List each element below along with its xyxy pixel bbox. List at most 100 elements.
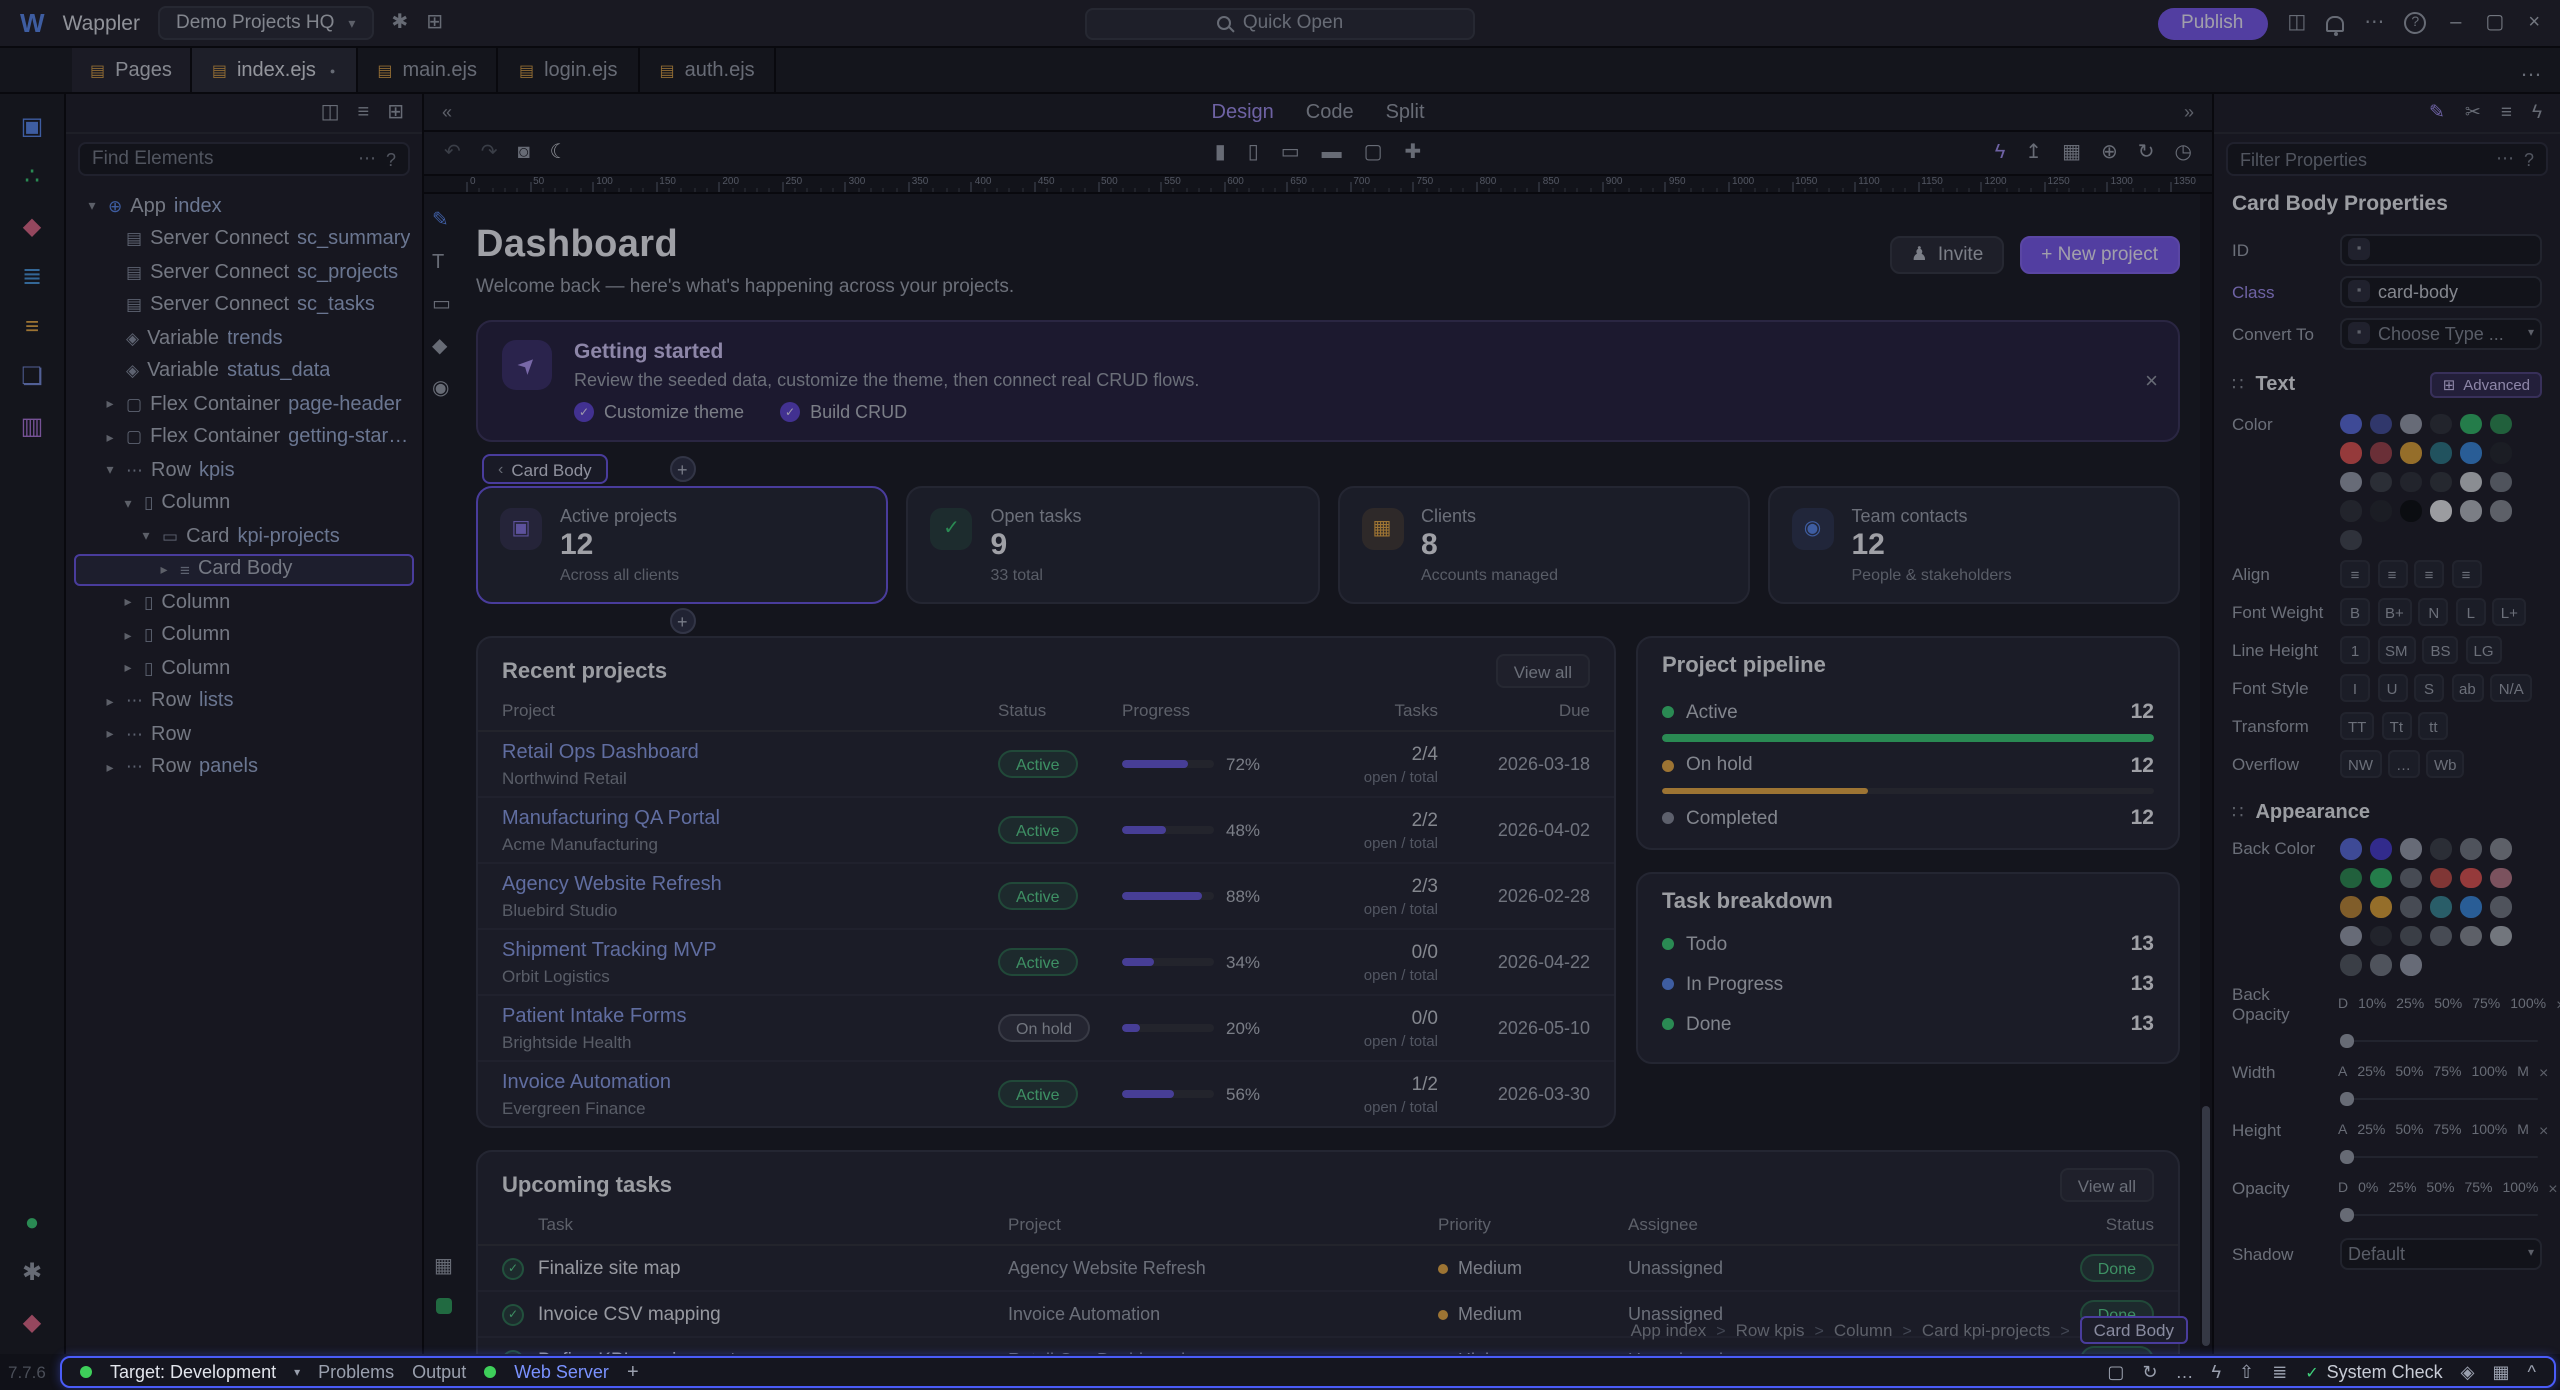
apps-icon[interactable]: ▦ <box>2493 1361 2510 1383</box>
expand-arrow-icon[interactable]: ▸ <box>102 694 118 710</box>
overflow-nw-button[interactable]: NW <box>2340 750 2381 778</box>
grid-view-icon[interactable]: ▦ <box>2062 142 2081 164</box>
target-selector[interactable]: Target: Development <box>110 1362 276 1382</box>
height-preset-75[interactable]: 75% <box>2433 1123 2461 1137</box>
slider-knob[interactable] <box>2340 1208 2353 1221</box>
pages-panel-icon[interactable]: ▣ <box>21 114 44 138</box>
back-color-swatch[interactable] <box>2340 954 2361 975</box>
problems-tab[interactable]: Problems <box>318 1362 394 1382</box>
collapse-right-icon[interactable]: » <box>2184 102 2194 122</box>
invite-button[interactable]: ♟ Invite <box>1891 236 2004 274</box>
more-options-icon[interactable]: ⋯ <box>2364 13 2384 33</box>
tree-item-sc-tasks[interactable]: ▤Server Connectsc_tasks <box>74 289 414 322</box>
width-preset-A[interactable]: A <box>2338 1065 2347 1079</box>
breadcrumb-item[interactable]: Card kpi-projects <box>1922 1320 2051 1340</box>
sliders-icon[interactable]: ≡ <box>2501 102 2512 124</box>
tree-item-sc-summary[interactable]: ▤Server Connectsc_summary <box>74 223 414 256</box>
output-tab[interactable]: Output <box>412 1362 466 1382</box>
clear-height-icon[interactable]: × <box>2539 1121 2548 1139</box>
project-link[interactable]: Invoice Automation <box>502 1071 998 1093</box>
expand-arrow-icon[interactable]: ▸ <box>120 595 136 611</box>
preview-panel-icon[interactable]: ▢ <box>2107 1361 2124 1383</box>
history-icon[interactable]: ◷ <box>2175 142 2192 164</box>
back-color-swatch[interactable] <box>2400 954 2421 975</box>
refresh-icon[interactable]: ↻ <box>2138 142 2155 164</box>
filter-properties-input[interactable] <box>2240 149 2486 169</box>
tab-auth.ejs[interactable]: ▤auth.ejs <box>640 48 777 92</box>
preview-visibility-icon[interactable]: ◉ <box>432 378 451 400</box>
project-row[interactable]: Invoice AutomationEvergreen FinanceActiv… <box>478 1062 1614 1126</box>
text-color-swatch[interactable] <box>2370 471 2391 492</box>
assistant-icon[interactable]: ϟ <box>1995 142 2006 164</box>
quick-open-button[interactable]: Quick Open <box>1085 7 1475 39</box>
align-right-button[interactable]: ≡ <box>2414 560 2444 588</box>
open-in-browser-icon[interactable]: ⊕ <box>2101 142 2118 164</box>
back-opacity-preset-D[interactable]: D <box>2338 997 2348 1011</box>
back-color-swatch[interactable] <box>2370 925 2391 946</box>
font-weight-b-button[interactable]: B <box>2340 598 2370 626</box>
text-tool-icon[interactable]: T <box>432 252 451 274</box>
text-color-swatch[interactable] <box>2400 471 2421 492</box>
mode-code[interactable]: Code <box>1306 101 1354 123</box>
database-icon[interactable]: ≣ <box>22 264 42 288</box>
height-preset-50[interactable]: 50% <box>2395 1123 2423 1137</box>
font-style-na-button[interactable]: N/A <box>2491 674 2532 702</box>
pages-button[interactable]: ▤ Pages <box>72 48 192 92</box>
project-link[interactable]: Retail Ops Dashboard <box>502 741 998 763</box>
font-style-i-button[interactable]: I <box>2340 674 2370 702</box>
collapse-arrow-icon[interactable]: ▾ <box>138 529 154 545</box>
view-all-tasks-button[interactable]: View all <box>2060 1168 2154 1202</box>
layout-toggle-icon[interactable]: ◫ <box>2287 13 2306 33</box>
tree-item-column[interactable]: ▾▯Column <box>74 487 414 520</box>
text-color-swatch[interactable] <box>2460 413 2481 434</box>
drag-handle-icon[interactable]: ∷ <box>2232 801 2243 823</box>
project-row[interactable]: Patient Intake FormsBrightside HealthOn … <box>478 996 1614 1062</box>
more-icon[interactable]: … <box>2175 1362 2193 1382</box>
overflow-wb-button[interactable]: Wb <box>2426 750 2465 778</box>
expand-arrow-icon[interactable]: ▸ <box>120 661 136 677</box>
banner-close-icon[interactable]: × <box>2145 369 2158 393</box>
project-row[interactable]: Retail Ops DashboardNorthwind RetailActi… <box>478 732 1614 798</box>
styles-icon[interactable]: ❏ <box>21 364 43 388</box>
tab-login.ejs[interactable]: ▤login.ejs <box>499 48 640 92</box>
notifications-bell-icon[interactable] <box>2326 15 2344 31</box>
width-slider[interactable] <box>2340 1090 2538 1106</box>
grid-toggle-icon[interactable]: ▦ <box>434 1256 453 1278</box>
line-height-lg-button[interactable]: LG <box>2466 636 2502 664</box>
expand-arrow-icon[interactable]: ▸ <box>102 760 118 776</box>
transform-tt-button[interactable]: TT <box>2340 712 2374 740</box>
back-color-swatch[interactable] <box>2490 867 2511 888</box>
transform-tt-button[interactable]: Tt <box>2381 712 2411 740</box>
opacity-slider[interactable] <box>2340 1206 2538 1222</box>
back-opacity-preset-10[interactable]: 10% <box>2358 997 2386 1011</box>
font-style-s-button[interactable]: S <box>2414 674 2444 702</box>
project-link[interactable]: Shipment Tracking MVP <box>502 939 998 961</box>
text-color-swatch[interactable] <box>2490 500 2511 521</box>
components-icon[interactable]: ▥ <box>21 414 44 438</box>
transform-tt-button[interactable]: tt <box>2418 712 2448 740</box>
publish-button[interactable]: Publish <box>2157 7 2267 39</box>
font-style-u-button[interactable]: U <box>2377 674 2407 702</box>
collapse-arrow-icon[interactable]: ▾ <box>102 463 118 479</box>
shadow-select[interactable]: Default▾ <box>2340 1237 2542 1269</box>
back-color-swatch[interactable] <box>2370 838 2391 859</box>
opacity-preset-D[interactable]: D <box>2338 1181 2348 1195</box>
tab-index.ejs[interactable]: ▤index.ejs● <box>192 48 358 92</box>
back-color-swatch[interactable] <box>2490 925 2511 946</box>
font-weight-l-button[interactable]: L+ <box>2493 598 2526 626</box>
design-blocks-icon[interactable]: ◆ <box>23 214 41 238</box>
breadcrumb-item[interactable]: Row kpis <box>1736 1320 1805 1340</box>
back-color-swatch[interactable] <box>2340 867 2361 888</box>
element-tool-icon[interactable]: ▭ <box>432 294 451 316</box>
font-style-ab-button[interactable]: ab <box>2451 674 2484 702</box>
addons-icon[interactable]: ⊞ <box>426 13 443 33</box>
id-input[interactable] <box>2378 239 2534 259</box>
drag-handle-icon[interactable]: ∷ <box>2232 374 2243 396</box>
breadcrumb-item[interactable]: App index <box>1631 1320 1707 1340</box>
text-color-swatch[interactable] <box>2340 500 2361 521</box>
dark-mode-icon[interactable]: ☾ <box>550 142 568 164</box>
back-color-swatch[interactable] <box>2460 838 2481 859</box>
height-slider[interactable] <box>2340 1148 2538 1164</box>
opacity-preset-75[interactable]: 75% <box>2464 1181 2492 1195</box>
new-project-button[interactable]: + New project <box>2019 236 2180 274</box>
